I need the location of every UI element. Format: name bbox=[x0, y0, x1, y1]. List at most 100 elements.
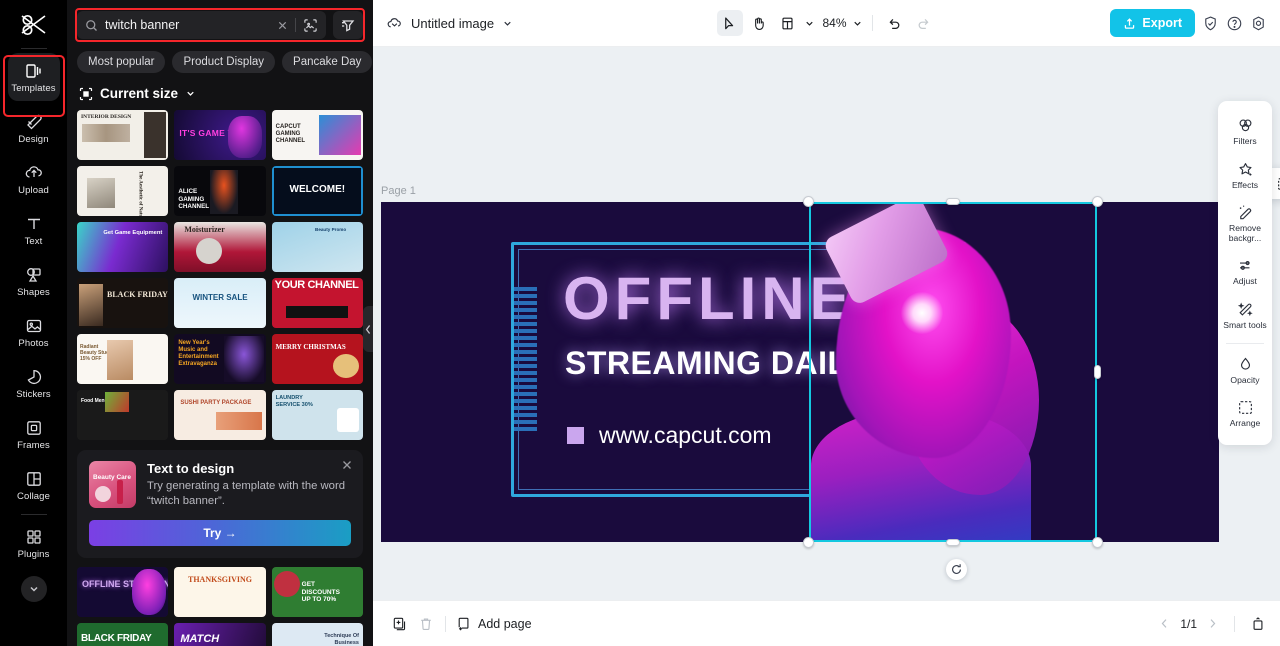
layout-tool-button[interactable] bbox=[774, 10, 800, 36]
pages-panel-button[interactable] bbox=[1250, 616, 1266, 632]
undo-icon bbox=[887, 16, 902, 31]
sidebar-item-label: Collage bbox=[17, 490, 50, 502]
export-button[interactable]: Export bbox=[1110, 9, 1195, 37]
template-thumbnail[interactable]: SUSHI PARTY PACKAGE bbox=[174, 390, 266, 440]
tool-effects[interactable]: Effects bbox=[1218, 154, 1272, 198]
expand-rail-button[interactable] bbox=[20, 576, 47, 602]
template-thumbnail[interactable]: BLACK FRIDAY bbox=[77, 278, 169, 328]
sidebar-item-templates[interactable]: Templates bbox=[7, 53, 60, 101]
template-thumbnail[interactable]: MERRY CHRISTMAS bbox=[271, 334, 363, 384]
sidebar-item-design[interactable]: Design bbox=[8, 104, 60, 152]
try-button[interactable]: Try → bbox=[89, 520, 351, 546]
tool-filters[interactable]: Filters bbox=[1218, 110, 1272, 154]
search-box[interactable] bbox=[77, 11, 326, 39]
plugins-icon bbox=[24, 527, 44, 547]
add-page-button[interactable]: Add page bbox=[456, 616, 532, 632]
crop-icon[interactable] bbox=[1273, 173, 1280, 195]
template-thumbnail[interactable]: Moisturizer bbox=[174, 222, 266, 272]
sidebar-item-collage[interactable]: Collage bbox=[8, 461, 60, 509]
search-input[interactable] bbox=[105, 18, 270, 32]
chip-product-display[interactable]: Product Display bbox=[172, 51, 276, 73]
template-thumbnail[interactable]: Technique Of Business Domination bbox=[271, 623, 363, 646]
sidebar-item-photos[interactable]: Photos bbox=[8, 308, 60, 356]
hand-tool-button[interactable] bbox=[745, 10, 771, 36]
tool-remove-background[interactable]: Remove backgr... bbox=[1218, 197, 1272, 250]
template-thumbnail[interactable]: Radiant Beauty Studio 15% OFF bbox=[77, 334, 169, 384]
promo-title: Text to design bbox=[147, 461, 235, 476]
prev-page-button[interactable] bbox=[1158, 617, 1171, 630]
remove-background-icon bbox=[1237, 204, 1254, 221]
delete-page-button[interactable] bbox=[413, 611, 439, 637]
undo-button[interactable] bbox=[882, 10, 908, 36]
collapse-panel-handle[interactable] bbox=[363, 306, 373, 352]
sidebar-item-frames[interactable]: Frames bbox=[8, 410, 60, 458]
add-page-label: Add page bbox=[478, 616, 532, 631]
tool-label: Filters bbox=[1233, 136, 1257, 146]
tool-smart-tools[interactable]: Smart tools bbox=[1218, 294, 1272, 338]
template-thumbnail[interactable]: MATCH bbox=[174, 623, 266, 646]
tool-label: Smart tools bbox=[1223, 319, 1267, 330]
template-thumbnail[interactable]: OFFLINE STREAMING DAILY bbox=[77, 567, 169, 617]
glow-highlight bbox=[901, 292, 943, 334]
help-icon[interactable] bbox=[1226, 15, 1243, 32]
clear-search-icon[interactable] bbox=[277, 20, 288, 31]
template-thumbnail[interactable]: WINTER SALE bbox=[174, 278, 266, 328]
template-thumbnail[interactable]: IT'S GAME TIME bbox=[174, 110, 266, 160]
template-thumbnail[interactable]: Beauty Promo bbox=[271, 222, 363, 272]
cursor-icon bbox=[722, 16, 737, 31]
duplicate-page-button[interactable] bbox=[387, 611, 413, 637]
document-title-button[interactable]: Untitled image bbox=[386, 15, 513, 32]
shield-icon[interactable] bbox=[1202, 15, 1219, 32]
filter-button[interactable] bbox=[333, 11, 363, 39]
template-thumbnail[interactable]: Get Game Equipment bbox=[77, 222, 169, 272]
rotate-icon bbox=[952, 564, 961, 574]
image-search-icon[interactable] bbox=[303, 18, 318, 33]
template-title: CAPCUT GAMING CHANNEL bbox=[275, 124, 305, 144]
zoom-level: 84% bbox=[822, 16, 847, 30]
template-thumbnail[interactable]: INTERIOR DESIGN bbox=[77, 110, 169, 160]
template-thumbnail[interactable]: ALICE GAMING CHANNEL bbox=[174, 166, 266, 216]
template-title: THANKSGIVING bbox=[187, 575, 252, 584]
tool-arrange[interactable]: Arrange bbox=[1218, 392, 1272, 436]
promo-description: Try generating a template with the word … bbox=[147, 480, 346, 507]
template-thumbnail[interactable]: YOUR CHANNEL bbox=[271, 278, 363, 328]
opacity-icon bbox=[1237, 356, 1254, 373]
smart-tools-icon bbox=[1237, 301, 1254, 318]
canvas-area[interactable]: Page 1 OFFLINE STREAMING DAILY www.capcu… bbox=[373, 47, 1280, 600]
tool-adjust[interactable]: Adjust bbox=[1218, 250, 1272, 294]
rail-divider-2 bbox=[20, 514, 47, 515]
template-thumbnail[interactable]: THANKSGIVING bbox=[174, 567, 266, 617]
redo-button[interactable] bbox=[911, 10, 937, 36]
template-thumbnail[interactable]: BLACK FRIDAY bbox=[77, 623, 169, 646]
zoom-chevron-icon[interactable] bbox=[852, 18, 863, 29]
template-thumbnail[interactable]: The Aesthetic of Natural Furnishings bbox=[77, 166, 169, 216]
layout-chevron-icon[interactable] bbox=[803, 18, 814, 29]
chip-most-popular[interactable]: Most popular bbox=[77, 51, 166, 73]
template-thumbnail[interactable]: WELCOME! bbox=[271, 166, 363, 216]
select-tool-button[interactable] bbox=[716, 10, 743, 36]
rotate-handle[interactable] bbox=[946, 559, 967, 580]
sidebar-item-plugins[interactable]: Plugins bbox=[8, 519, 60, 567]
sidebar-item-label: Frames bbox=[17, 439, 50, 451]
template-thumbnail[interactable]: GET DISCOUNTS UP TO 70% bbox=[271, 567, 363, 617]
tool-opacity[interactable]: Opacity bbox=[1218, 349, 1272, 393]
chip-pancake-day[interactable]: Pancake Day bbox=[282, 51, 373, 73]
sidebar-item-stickers[interactable]: Stickers bbox=[8, 359, 60, 407]
main-area: Untitled image 84% Export Page 1 OFFLINE… bbox=[373, 0, 1280, 646]
capcut-logo-icon[interactable] bbox=[14, 8, 54, 42]
tool-label: Remove backgr... bbox=[1228, 223, 1262, 243]
sidebar-item-upload[interactable]: Upload bbox=[8, 155, 60, 203]
close-promo-button[interactable] bbox=[341, 459, 353, 471]
settings-icon[interactable] bbox=[1250, 15, 1267, 32]
sidebar-item-shapes[interactable]: Shapes bbox=[8, 257, 60, 305]
sidebar-item-text[interactable]: Text bbox=[8, 206, 60, 254]
templates-icon bbox=[24, 61, 44, 81]
template-thumbnail[interactable]: LAUNDRY SERVICE 30% bbox=[271, 390, 363, 440]
next-page-button[interactable] bbox=[1206, 617, 1219, 630]
template-thumbnail[interactable]: New Year's Music and Entertainment Extra… bbox=[174, 334, 266, 384]
template-thumbnail[interactable]: Food Menu bbox=[77, 390, 169, 440]
artboard[interactable]: OFFLINE STREAMING DAILY www.capcut.com bbox=[381, 202, 1219, 542]
current-size-selector[interactable]: Current size bbox=[67, 73, 373, 101]
template-thumbnail[interactable]: CAPCUT GAMING CHANNEL bbox=[271, 110, 363, 160]
canvas-tools-group: 84% bbox=[716, 10, 936, 36]
